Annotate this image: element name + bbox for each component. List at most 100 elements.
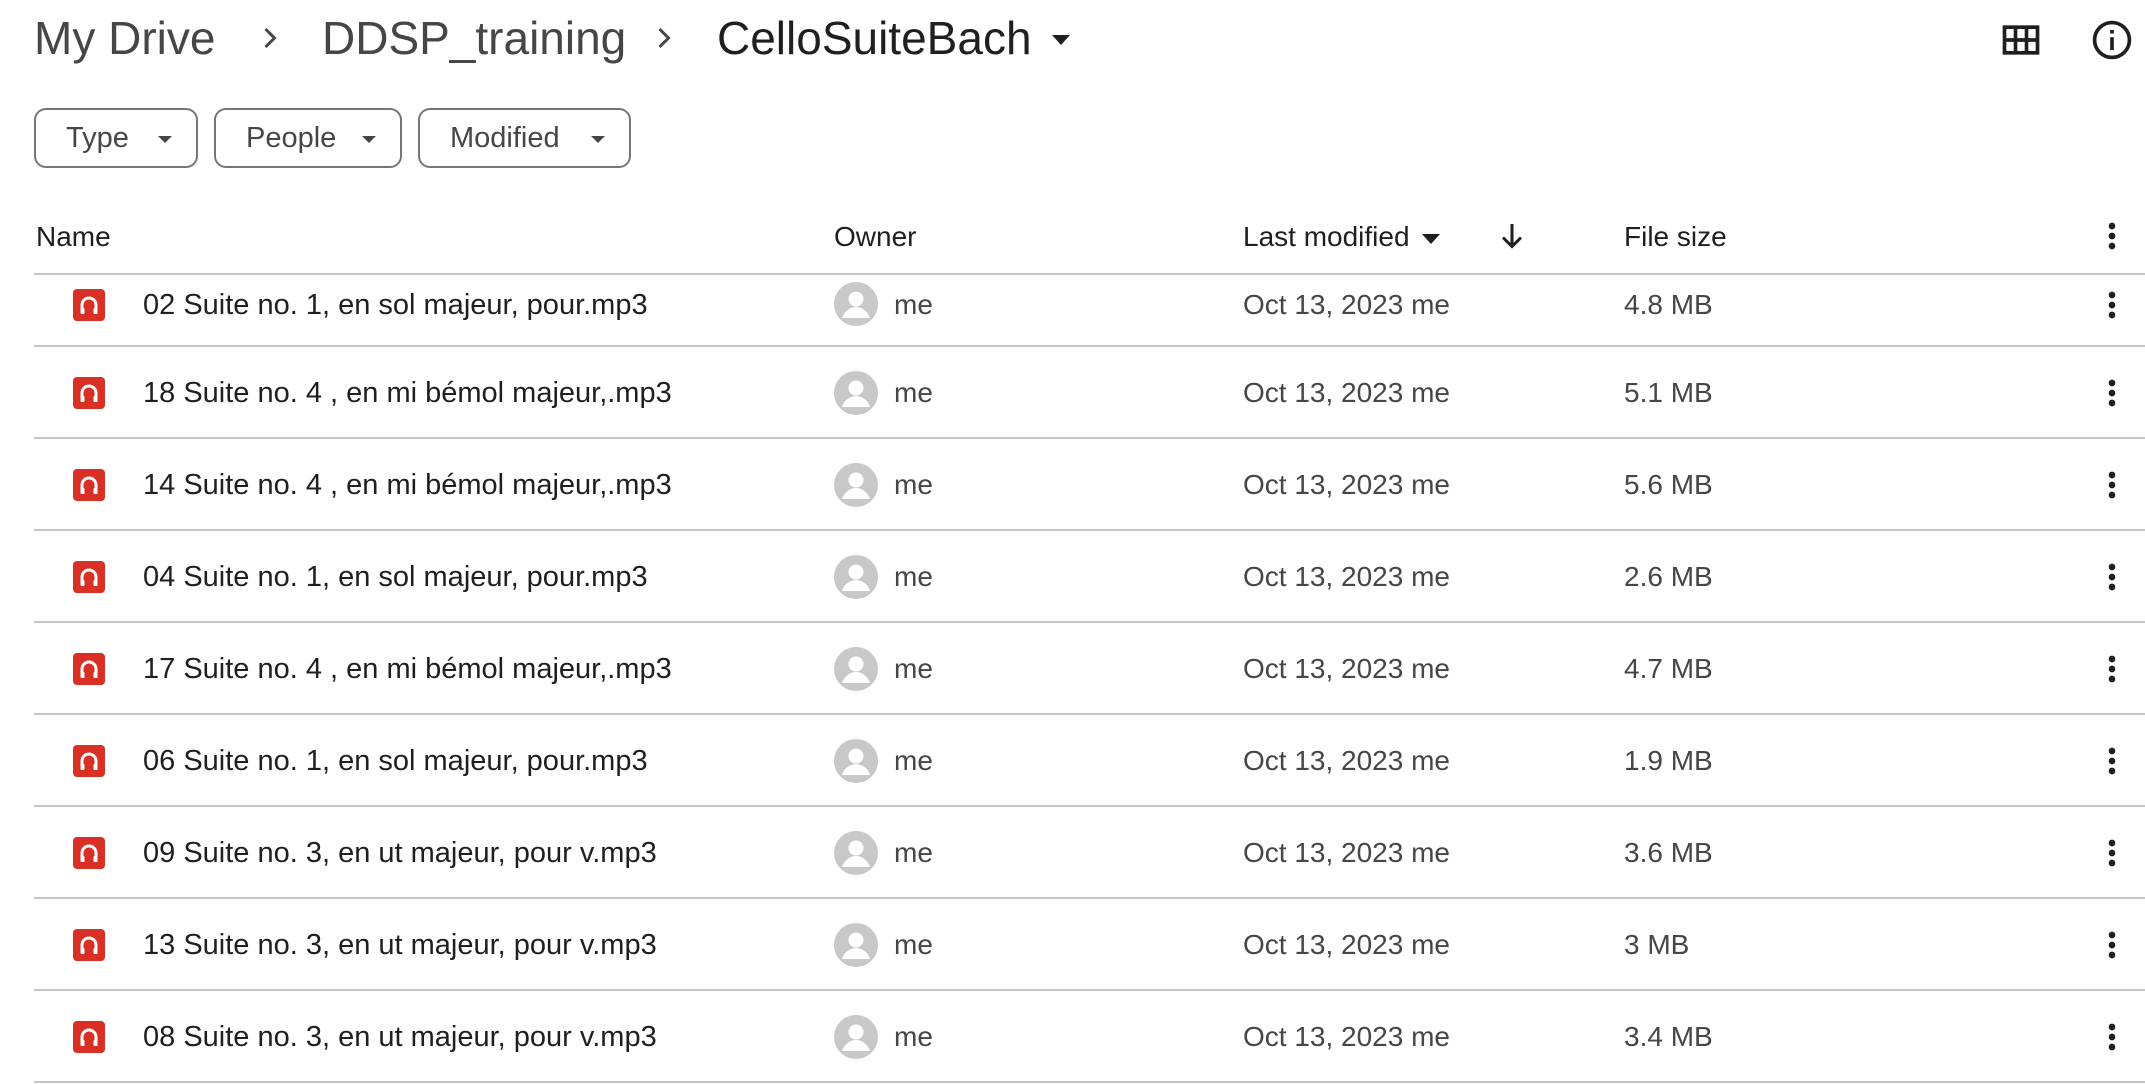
- more-actions-icon[interactable]: [2096, 833, 2128, 873]
- drive-folder-view: My Drive DDSP_training CelloSuiteBach Ty…: [0, 0, 2145, 1084]
- file-name[interactable]: 08 Suite no. 3, en ut majeur, pour v.mp3: [143, 1019, 657, 1055]
- info-icon[interactable]: [2090, 18, 2134, 62]
- last-modified: Oct 13, 2023 me: [1243, 929, 1451, 960]
- chevron-right-icon: [264, 27, 277, 49]
- breadcrumb-ddsp-training[interactable]: DDSP_training: [322, 8, 626, 68]
- more-actions-icon[interactable]: [2096, 557, 2128, 597]
- audio-file-icon: [73, 469, 105, 501]
- audio-file-icon: [73, 377, 105, 409]
- last-modified: Oct 13, 2023 me: [1243, 653, 1451, 684]
- last-modified: Oct 13, 2023 me: [1243, 1021, 1451, 1052]
- file-row[interactable]: 13 Suite no. 3, en ut majeur, pour v.mp3…: [0, 899, 2145, 991]
- sort-field-dropdown-icon: [1421, 233, 1440, 244]
- audio-file-icon: [73, 653, 105, 685]
- more-actions-icon[interactable]: [2096, 285, 2128, 325]
- more-actions-icon[interactable]: [2096, 1017, 2128, 1057]
- last-modified: Oct 13, 2023 me: [1243, 837, 1451, 868]
- sort-direction-arrow-down-icon[interactable]: [1494, 218, 1530, 254]
- column-header-owner: Owner: [834, 221, 917, 252]
- file-row[interactable]: 04 Suite no. 1, en sol majeur, pour.mp3 …: [0, 531, 2145, 623]
- audio-file-icon: [73, 561, 105, 593]
- breadcrumb-current-folder[interactable]: CelloSuiteBach: [717, 8, 1070, 68]
- file-row[interactable]: 02 Suite no. 1, en sol majeur, pour.mp3 …: [0, 275, 2145, 347]
- owner-avatar: [834, 1015, 878, 1059]
- owner-name: me: [894, 289, 933, 320]
- owner-avatar: [834, 555, 878, 599]
- file-list: 02 Suite no. 1, en sol majeur, pour.mp3 …: [0, 275, 2145, 1083]
- folder-menu-dropdown-icon: [1051, 35, 1070, 45]
- audio-file-icon: [73, 929, 105, 961]
- owner-name: me: [894, 561, 933, 592]
- filter-type-label: Type: [66, 121, 129, 154]
- dropdown-arrow-icon: [158, 136, 172, 143]
- owner-name: me: [894, 469, 933, 500]
- file-row[interactable]: 14 Suite no. 4 , en mi bémol majeur,.mp3…: [0, 439, 2145, 531]
- file-size: 1.9 MB: [1624, 745, 1713, 776]
- filter-modified-label: Modified: [450, 121, 560, 154]
- file-row[interactable]: 18 Suite no. 4 , en mi bémol majeur,.mp3…: [0, 347, 2145, 439]
- column-header-name[interactable]: Name: [36, 219, 111, 255]
- file-row[interactable]: 17 Suite no. 4 , en mi bémol majeur,.mp3…: [0, 623, 2145, 715]
- owner-name: me: [894, 1021, 933, 1052]
- file-name[interactable]: 17 Suite no. 4 , en mi bémol majeur,.mp3: [143, 651, 672, 687]
- file-size: 4.7 MB: [1624, 653, 1713, 684]
- owner-name: me: [894, 377, 933, 408]
- file-size: 3 MB: [1624, 929, 1690, 960]
- owner-avatar: [834, 831, 878, 875]
- audio-file-icon: [73, 745, 105, 777]
- last-modified-label: Last modified: [1243, 221, 1410, 252]
- file-name[interactable]: 09 Suite no. 3, en ut majeur, pour v.mp3: [143, 835, 657, 871]
- last-modified: Oct 13, 2023 me: [1243, 289, 1451, 320]
- owner-avatar: [834, 282, 878, 326]
- more-actions-icon[interactable]: [2096, 465, 2128, 505]
- breadcrumb-my-drive[interactable]: My Drive: [34, 8, 215, 68]
- owner-avatar: [834, 647, 878, 691]
- filter-modified[interactable]: Modified: [418, 108, 631, 168]
- owner-avatar: [834, 923, 878, 967]
- more-actions-icon[interactable]: [2096, 741, 2128, 781]
- file-name[interactable]: 13 Suite no. 3, en ut majeur, pour v.mp3: [143, 927, 657, 963]
- file-name[interactable]: 06 Suite no. 1, en sol majeur, pour.mp3: [143, 743, 648, 779]
- last-modified: Oct 13, 2023 me: [1243, 377, 1451, 408]
- owner-avatar: [834, 371, 878, 415]
- file-size: 3.4 MB: [1624, 1021, 1713, 1052]
- column-options-more-vert-icon[interactable]: [2096, 216, 2128, 256]
- file-size: 5.6 MB: [1624, 469, 1713, 500]
- owner-name: me: [894, 837, 933, 868]
- row-divider: [34, 1081, 2145, 1083]
- owner-name: me: [894, 929, 933, 960]
- file-row[interactable]: 09 Suite no. 3, en ut majeur, pour v.mp3…: [0, 807, 2145, 899]
- file-name[interactable]: 14 Suite no. 4 , en mi bémol majeur,.mp3: [143, 467, 672, 503]
- filter-people-label: People: [246, 121, 337, 154]
- owner-name: me: [894, 653, 933, 684]
- last-modified: Oct 13, 2023 me: [1243, 561, 1451, 592]
- more-actions-icon[interactable]: [2096, 649, 2128, 689]
- file-size: 2.6 MB: [1624, 561, 1713, 592]
- last-modified: Oct 13, 2023 me: [1243, 745, 1451, 776]
- filter-type[interactable]: Type: [34, 108, 198, 168]
- last-modified: Oct 13, 2023 me: [1243, 469, 1451, 500]
- file-size: 5.1 MB: [1624, 377, 1713, 408]
- owner-avatar: [834, 463, 878, 507]
- file-name[interactable]: 04 Suite no. 1, en sol majeur, pour.mp3: [143, 559, 648, 595]
- more-actions-icon[interactable]: [2096, 925, 2128, 965]
- header: My Drive DDSP_training CelloSuiteBach: [0, 0, 2145, 80]
- file-row[interactable]: 08 Suite no. 3, en ut majeur, pour v.mp3…: [0, 991, 2145, 1083]
- file-row[interactable]: 06 Suite no. 1, en sol majeur, pour.mp3 …: [0, 715, 2145, 807]
- file-size: 4.8 MB: [1624, 289, 1713, 320]
- column-header-file-size[interactable]: File size: [1624, 219, 1727, 255]
- file-name[interactable]: 18 Suite no. 4 , en mi bémol majeur,.mp3: [143, 375, 672, 411]
- column-header-last-modified[interactable]: Last modified: [1243, 219, 1440, 255]
- audio-file-icon: [73, 1021, 105, 1053]
- audio-file-icon: [73, 289, 105, 321]
- file-name[interactable]: 02 Suite no. 1, en sol majeur, pour.mp3: [143, 287, 648, 323]
- chevron-right-icon: [658, 27, 671, 49]
- current-folder-name: CelloSuiteBach: [717, 12, 1032, 64]
- dropdown-arrow-icon: [362, 136, 376, 143]
- filter-people[interactable]: People: [214, 108, 402, 168]
- dropdown-arrow-icon: [591, 136, 605, 143]
- file-size: 3.6 MB: [1624, 837, 1713, 868]
- more-actions-icon[interactable]: [2096, 373, 2128, 413]
- grid-view-icon[interactable]: [1999, 18, 2043, 62]
- owner-name: me: [894, 745, 933, 776]
